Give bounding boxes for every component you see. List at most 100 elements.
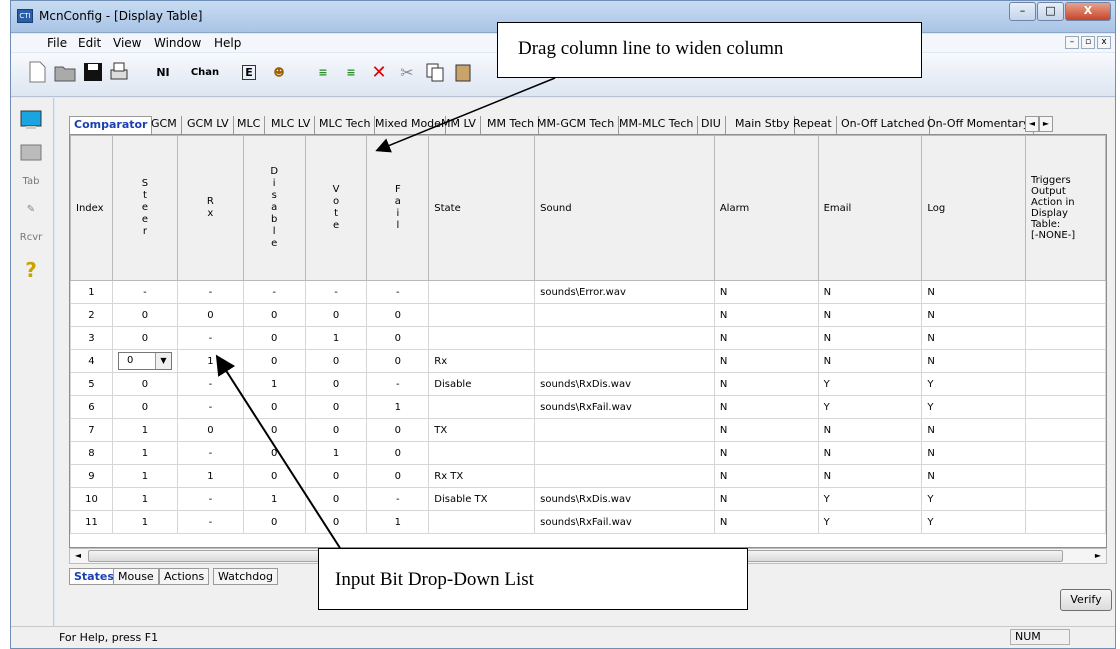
cell-triggers[interactable]	[1025, 464, 1106, 488]
cell-steer[interactable]: 1	[111, 487, 178, 511]
cell-log[interactable]: Y	[921, 510, 1027, 534]
tab-mm-mlc-tech[interactable]: MM-MLC Tech	[615, 116, 699, 134]
monitor-icon[interactable]	[19, 144, 43, 168]
menu-help[interactable]: Help	[214, 36, 241, 50]
scroll-left-icon[interactable]: ◄	[70, 549, 86, 563]
cell-vote[interactable]: 0	[304, 418, 368, 442]
cell-steer[interactable]: 0	[111, 303, 178, 327]
cell-state[interactable]: Vote	[428, 326, 536, 350]
cell-state[interactable]: Error	[428, 280, 536, 304]
insert-row-icon[interactable]: ≡	[311, 61, 335, 85]
tab-main-stby[interactable]: Main Stby	[731, 116, 795, 134]
cell-sound[interactable]	[534, 326, 715, 350]
mdi-restore-button[interactable]: ▫	[1081, 36, 1095, 49]
cell-sound[interactable]	[534, 464, 715, 488]
cell-rx[interactable]: -	[176, 372, 244, 396]
tab-icon[interactable]: Tab	[19, 170, 43, 194]
cell-vote[interactable]: 1	[304, 441, 368, 465]
cell-alarm[interactable]: N	[713, 372, 819, 396]
cell-alarm[interactable]: N	[713, 349, 819, 373]
col-header-log[interactable]: Log	[921, 135, 1027, 281]
cell-fail[interactable]: 0	[366, 326, 430, 350]
table-row[interactable]: 11 1-0 0 1 Fail TX sounds\RxFail.wav N Y Y	[70, 510, 1106, 534]
cell-fail[interactable]: -	[366, 280, 430, 304]
tab-on-off-latched[interactable]: On-Off Latched	[837, 116, 930, 134]
print-icon[interactable]	[107, 61, 131, 85]
tab-mlc-tech[interactable]: MLC Tech	[315, 116, 376, 134]
col-header-fail[interactable]: Fail	[366, 135, 430, 281]
menu-edit[interactable]: Edit	[78, 36, 101, 50]
input-bit-dropdown[interactable]: 0 ▼	[117, 352, 172, 370]
cell-email[interactable]: Y	[817, 487, 923, 511]
append-row-icon[interactable]: ≡	[339, 61, 363, 85]
cell-log[interactable]: Y	[921, 372, 1027, 396]
table-row[interactable]: 6 0-0 0 1 Fail sounds\RxFail.wav N Y Y	[70, 395, 1106, 419]
cell-sound[interactable]	[534, 418, 715, 442]
new-file-icon[interactable]	[25, 61, 49, 85]
cell-steer[interactable]: 0	[111, 372, 178, 396]
table-row[interactable]: 5 0-1 0- Disable sounds\RxDis.wav N Y Y	[70, 372, 1106, 396]
cell-fail[interactable]: 0	[366, 441, 430, 465]
cell-state[interactable]: Rx TX	[428, 464, 536, 488]
cell-steer[interactable]: 1	[111, 441, 178, 465]
col-header-alarm[interactable]: Alarm	[713, 135, 819, 281]
tab-mm-tech[interactable]: MM Tech	[483, 116, 540, 134]
cell-sound[interactable]	[534, 303, 715, 327]
cell-rx[interactable]: -	[176, 510, 244, 534]
cell-triggers[interactable]	[1025, 303, 1106, 327]
cell-rx[interactable]: 0	[176, 418, 244, 442]
cell-steer[interactable]: 0	[111, 395, 178, 419]
cell-log[interactable]: N	[921, 349, 1027, 373]
cell-state[interactable]: TX	[428, 418, 536, 442]
scroll-right-icon[interactable]: ►	[1090, 549, 1106, 563]
cell-alarm[interactable]: N	[713, 441, 819, 465]
cell-state[interactable]: Fail TX	[428, 510, 536, 534]
cell-steer[interactable]: 0	[111, 326, 178, 350]
cell-state[interactable]: Rx	[428, 349, 536, 373]
cell-email[interactable]: Y	[817, 510, 923, 534]
cell-state[interactable]: Fail	[428, 395, 536, 419]
tab-mm-lv[interactable]: MM LV	[437, 116, 481, 134]
cell-triggers[interactable]	[1025, 349, 1106, 373]
minimize-button[interactable]: –	[1009, 2, 1036, 21]
cell-fail[interactable]: 0	[366, 349, 430, 373]
cell-disable[interactable]: 0	[242, 510, 306, 534]
col-header-state[interactable]: State	[428, 135, 536, 281]
cell-log[interactable]: N	[921, 441, 1027, 465]
tab-on-off-momentary[interactable]: On-Off Momentary	[923, 116, 1035, 134]
cell-disable[interactable]: 0	[242, 418, 306, 442]
cell-vote[interactable]: -	[304, 280, 368, 304]
cell-rx[interactable]: -	[176, 441, 244, 465]
col-header-rx[interactable]: Rx	[176, 135, 244, 281]
maximize-button[interactable]: □	[1037, 2, 1064, 21]
cell-log[interactable]: N	[921, 464, 1027, 488]
cell-triggers[interactable]	[1025, 280, 1106, 304]
table-row[interactable]: 1- - - - - Error sounds\Error.wav N N N	[70, 280, 1106, 304]
paste-icon[interactable]	[451, 61, 475, 85]
verify-button[interactable]: Verify	[1060, 589, 1112, 611]
cell-sound[interactable]	[534, 349, 715, 373]
cell-email[interactable]: Y	[817, 372, 923, 396]
cell-vote[interactable]: 0	[304, 303, 368, 327]
cell-log[interactable]: Y	[921, 395, 1027, 419]
receiver-icon[interactable]: Rcvr	[19, 226, 43, 250]
col-header-index[interactable]: Index	[70, 135, 113, 281]
col-header-sound[interactable]: Sound	[534, 135, 715, 281]
cell-alarm[interactable]: N	[713, 326, 819, 350]
copy-icon[interactable]	[423, 61, 447, 85]
bottom-tab-states[interactable]: States	[69, 568, 119, 585]
cut-icon[interactable]: ✂	[395, 61, 419, 85]
cell-triggers[interactable]	[1025, 487, 1106, 511]
table-row[interactable]: 4 0 ▼ 1 0 0 0 Rx N N N	[70, 349, 1106, 373]
cell-sound[interactable]	[534, 441, 715, 465]
open-folder-icon[interactable]	[53, 61, 77, 85]
cell-disable[interactable]: -	[242, 280, 306, 304]
tab-mixed-mode[interactable]: Mixed Mode	[371, 116, 446, 134]
cell-rx[interactable]: -	[176, 395, 244, 419]
close-button[interactable]: X	[1065, 2, 1111, 21]
bottom-tab-actions[interactable]: Actions	[159, 568, 210, 585]
cell-log[interactable]: N	[921, 418, 1027, 442]
cell-alarm[interactable]: N	[713, 418, 819, 442]
cell-sound[interactable]: sounds\RxDis.wav	[534, 487, 715, 511]
tab-gcm[interactable]: GCM	[147, 116, 182, 134]
